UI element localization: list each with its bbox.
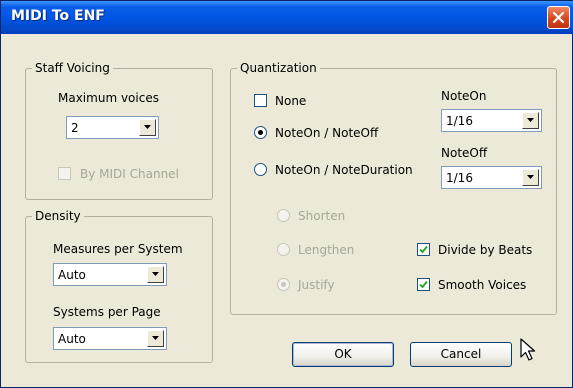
- none-checkbox[interactable]: [254, 94, 267, 107]
- cancel-button[interactable]: Cancel: [410, 342, 512, 367]
- density-label: Density: [32, 209, 84, 223]
- lengthen-label: Lengthen: [298, 243, 355, 257]
- lengthen-radio[interactable]: [277, 243, 290, 256]
- chevron-down-icon: [527, 118, 534, 122]
- measures-per-system-select[interactable]: Auto: [53, 263, 167, 286]
- noteon-noteoff-label: NoteOn / NoteOff: [275, 126, 379, 140]
- noteon-value: 1/16: [446, 114, 473, 128]
- shorten-radio[interactable]: [277, 209, 290, 222]
- chevron-down-icon: [527, 175, 534, 179]
- ok-button[interactable]: OK: [292, 342, 394, 367]
- systems-per-page-select[interactable]: Auto: [53, 327, 167, 350]
- noteoff-dropdown-button[interactable]: [522, 169, 539, 186]
- divide-by-beats-label: Divide by Beats: [438, 243, 533, 257]
- smooth-voices-checkbox[interactable]: [417, 278, 430, 291]
- radio-selected-dot: [281, 282, 286, 287]
- radio-selected-dot: [258, 130, 263, 135]
- check-icon: [419, 245, 428, 254]
- noteon-noteoff-radio[interactable]: [254, 126, 267, 139]
- noteon-select[interactable]: 1/16: [441, 109, 542, 132]
- systems-per-page-value: Auto: [58, 332, 86, 346]
- shorten-label: Shorten: [298, 209, 346, 223]
- noteoff-value: 1/16: [446, 171, 473, 185]
- none-label: None: [275, 94, 307, 108]
- staff-voicing-label: Staff Voicing: [32, 61, 113, 75]
- by-midi-channel-checkbox[interactable]: [58, 167, 71, 180]
- chevron-down-icon: [144, 125, 151, 129]
- max-voices-dropdown-button[interactable]: [139, 119, 156, 136]
- max-voices-label: Maximum voices: [58, 91, 159, 105]
- justify-radio[interactable]: [277, 278, 290, 291]
- max-voices-select[interactable]: 2: [66, 116, 159, 139]
- noteon-noteduration-label: NoteOn / NoteDuration: [275, 163, 413, 177]
- chevron-down-icon: [152, 272, 159, 276]
- measures-dropdown-button[interactable]: [147, 266, 164, 283]
- noteoff-label: NoteOff: [441, 146, 488, 160]
- measures-per-system-value: Auto: [58, 268, 86, 282]
- close-button[interactable]: [547, 6, 570, 29]
- smooth-voices-label: Smooth Voices: [438, 278, 527, 292]
- window-title: MIDI To ENF: [11, 8, 105, 24]
- systems-dropdown-button[interactable]: [147, 330, 164, 347]
- close-icon: [552, 11, 565, 24]
- title-bar[interactable]: MIDI To ENF: [1, 1, 573, 34]
- mouse-pointer-icon: [520, 338, 536, 361]
- noteon-label: NoteOn: [441, 89, 487, 103]
- by-midi-channel-label: By MIDI Channel: [80, 167, 179, 181]
- noteon-noteduration-radio[interactable]: [254, 163, 267, 176]
- chevron-down-icon: [152, 336, 159, 340]
- noteoff-select[interactable]: 1/16: [441, 166, 542, 189]
- max-voices-value: 2: [71, 121, 79, 135]
- noteon-dropdown-button[interactable]: [522, 112, 539, 129]
- dialog-window: MIDI To ENF Staff Voicing Maximum voices…: [0, 0, 573, 388]
- check-icon: [419, 280, 428, 289]
- quantization-label: Quantization: [237, 61, 320, 75]
- justify-label: Justify: [298, 278, 335, 292]
- systems-per-page-label: Systems per Page: [53, 305, 161, 319]
- measures-per-system-label: Measures per System: [53, 242, 183, 256]
- divide-by-beats-checkbox[interactable]: [417, 243, 430, 256]
